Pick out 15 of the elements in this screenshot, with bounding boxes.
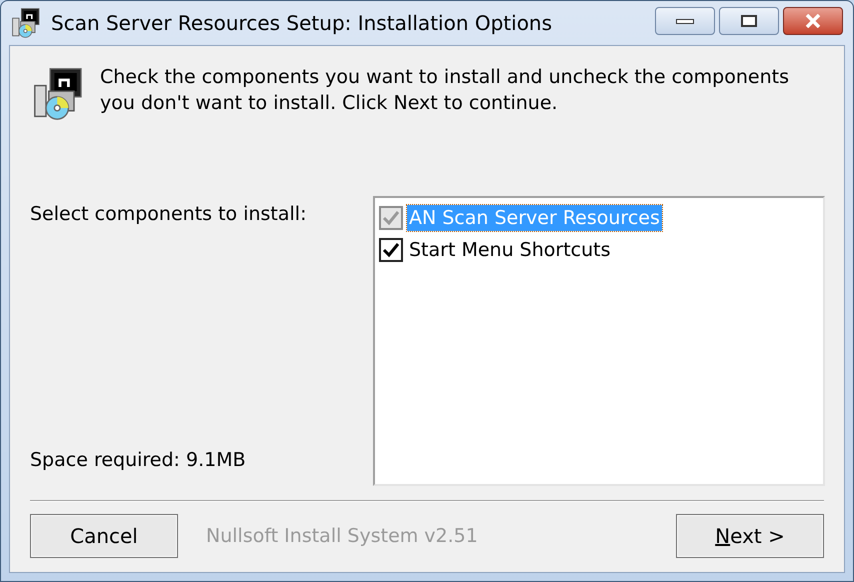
space-required-text: Space required: 9.1MB [30, 448, 247, 472]
check-icon [382, 242, 400, 258]
next-button[interactable]: Next > [676, 514, 824, 558]
instruction-text: Check the components you want to install and uncheck the components you don't want to install. Click Next to continue. [100, 65, 790, 116]
component-item[interactable]: Start Menu Shortcuts [407, 237, 612, 263]
close-icon [805, 14, 821, 28]
close-button[interactable] [783, 7, 843, 35]
minimize-button[interactable] [655, 7, 715, 35]
checkbox[interactable] [379, 238, 403, 262]
branding-text: Nullsoft Install System v2.51 [206, 524, 478, 549]
window-title: Scan Server Resources Setup: Installation Options [51, 10, 552, 37]
cancel-button[interactable]: Cancel [30, 514, 178, 558]
check-icon [382, 210, 400, 226]
select-label: Select components to install: [30, 202, 308, 227]
maximize-button[interactable] [719, 7, 779, 35]
